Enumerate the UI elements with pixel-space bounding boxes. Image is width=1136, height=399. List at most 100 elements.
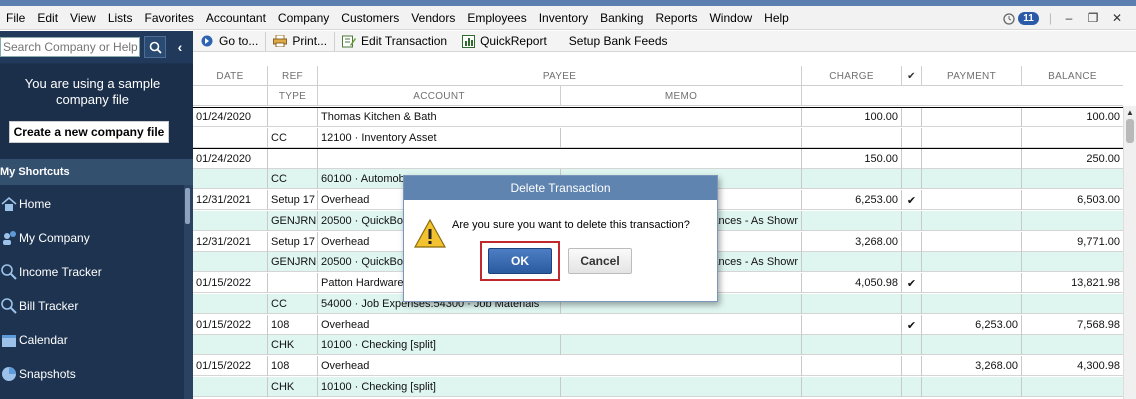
menu-banking[interactable]: Banking (594, 11, 649, 25)
alerts-button[interactable]: 11 (1002, 11, 1039, 25)
transaction-row[interactable]: 01/24/2020 Thomas Kitchen & Bath 100.00 100… (193, 107, 1123, 127)
menu-inventory[interactable]: Inventory (533, 11, 594, 25)
transaction-detail-row[interactable]: CHK 10100 · Checking [split] (193, 377, 1123, 397)
cell-ref[interactable] (268, 149, 318, 169)
sidebar-scroll-thumb[interactable] (185, 188, 190, 224)
cell-ref[interactable]: Setup 17 (268, 232, 318, 252)
cell-payment[interactable] (922, 232, 1022, 252)
header-type[interactable]: TYPE (268, 86, 318, 106)
restore-icon[interactable]: ❐ (1086, 11, 1100, 25)
cell-payee[interactable] (318, 149, 802, 169)
minimize-icon[interactable]: – (1062, 11, 1076, 25)
collapse-sidebar-button[interactable]: ‹ (172, 37, 188, 57)
shortcut-home[interactable]: Home (0, 187, 184, 221)
cell-date[interactable]: 12/31/2021 (193, 232, 268, 252)
menu-reports[interactable]: Reports (649, 11, 703, 25)
cell-ref[interactable]: 108 (268, 356, 318, 376)
cell-cleared[interactable]: ✔ (902, 315, 922, 335)
cell-payee[interactable]: Overhead (318, 315, 802, 335)
cell-date[interactable]: 01/24/2020 (193, 107, 268, 127)
cell-charge[interactable]: 3,268.00 (802, 232, 902, 252)
cell-cleared[interactable] (902, 107, 922, 127)
cell-date[interactable]: 01/15/2022 (193, 273, 268, 293)
cell-date[interactable]: 01/24/2020 (193, 149, 268, 169)
transaction-row[interactable]: 01/24/2020 150.00 250.00 (193, 149, 1123, 169)
shortcut-my-company[interactable]: My Company (0, 221, 184, 255)
menu-view[interactable]: View (64, 11, 102, 25)
cell-memo[interactable] (561, 128, 802, 148)
menu-employees[interactable]: Employees (461, 11, 532, 25)
cell-date[interactable]: 01/15/2022 (193, 356, 268, 376)
menu-company[interactable]: Company (272, 11, 335, 25)
cell-account[interactable]: 10100 · Checking [split] (318, 377, 561, 397)
cell-payee[interactable]: Thomas Kitchen & Bath (318, 107, 802, 127)
quickreport-button[interactable]: QuickReport (454, 32, 554, 51)
setup-bank-feeds-button[interactable]: Setup Bank Feeds (562, 32, 675, 51)
header-payment[interactable]: PAYMENT (922, 66, 1022, 86)
create-company-button[interactable]: Create a new company file (9, 121, 169, 143)
cell-date[interactable]: 01/15/2022 (193, 315, 268, 335)
cell-payment[interactable]: 3,268.00 (922, 356, 1022, 376)
menu-customers[interactable]: Customers (335, 11, 405, 25)
header-balance[interactable]: BALANCE (1022, 66, 1123, 86)
cell-payment[interactable] (922, 273, 1022, 293)
cell-payee[interactable]: Overhead (318, 356, 802, 376)
transaction-detail-row[interactable]: CHK 10100 · Checking [split] (193, 335, 1123, 355)
menu-edit[interactable]: Edit (31, 11, 64, 25)
menu-help[interactable]: Help (758, 11, 795, 25)
cell-ref[interactable]: 108 (268, 315, 318, 335)
cell-account[interactable]: 12100 · Inventory Asset (318, 128, 561, 148)
ok-button[interactable]: OK (488, 248, 552, 274)
shortcut-bill-tracker[interactable]: Bill Tracker (0, 289, 184, 323)
scroll-up-icon[interactable]: ▲ (1126, 108, 1134, 117)
transaction-row[interactable]: 01/15/2022 108 Overhead ✔ 6,253.00 7,568.98 (193, 315, 1123, 335)
menu-file[interactable]: File (0, 11, 31, 25)
header-cleared[interactable]: ✔ (902, 66, 922, 86)
cell-payment[interactable] (922, 149, 1022, 169)
cell-ref[interactable] (268, 107, 318, 127)
cell-cleared[interactable] (902, 149, 922, 169)
search-button[interactable] (144, 36, 166, 58)
cell-cleared[interactable] (902, 356, 922, 376)
header-charge[interactable]: CHARGE (802, 66, 902, 86)
cell-ref[interactable]: Setup 17 (268, 190, 318, 210)
cell-charge[interactable]: 4,050.98 (802, 273, 902, 293)
header-account[interactable]: ACCOUNT (318, 86, 561, 106)
cell-cleared[interactable]: ✔ (902, 273, 922, 293)
shortcut-income-tracker[interactable]: Income Tracker (0, 255, 184, 289)
cell-date[interactable]: 12/31/2021 (193, 190, 268, 210)
search-input[interactable] (0, 37, 140, 57)
header-date[interactable]: DATE (193, 66, 268, 86)
cell-memo[interactable] (561, 377, 802, 397)
cell-charge[interactable] (802, 356, 902, 376)
close-icon[interactable]: ✕ (1110, 11, 1124, 25)
header-payee[interactable]: PAYEE (318, 66, 802, 86)
menu-accountant[interactable]: Accountant (200, 11, 272, 25)
cancel-button[interactable]: Cancel (568, 248, 632, 274)
transaction-detail-row[interactable]: CC 12100 · Inventory Asset (193, 128, 1123, 148)
register-scrollbar[interactable]: ▲ (1123, 106, 1136, 399)
register-scroll-thumb[interactable] (1126, 119, 1134, 143)
header-ref[interactable]: REF (268, 66, 318, 86)
menu-window[interactable]: Window (703, 11, 758, 25)
cell-memo[interactable] (561, 335, 802, 355)
cell-payment[interactable]: 6,253.00 (922, 315, 1022, 335)
cell-cleared[interactable] (902, 232, 922, 252)
menu-lists[interactable]: Lists (102, 11, 139, 25)
edit-transaction-button[interactable]: Edit Transaction (335, 32, 454, 51)
dialog-title[interactable]: Delete Transaction (404, 176, 717, 200)
header-memo[interactable]: MEMO (561, 86, 802, 106)
menu-favorites[interactable]: Favorites (139, 11, 200, 25)
shortcut-snapshots[interactable]: Snapshots (0, 357, 184, 391)
menu-vendors[interactable]: Vendors (405, 11, 461, 25)
shortcut-calendar[interactable]: Calendar (0, 323, 184, 357)
cell-payment[interactable] (922, 190, 1022, 210)
goto-button[interactable]: Go to... (193, 31, 267, 51)
print-button[interactable]: Print... (266, 31, 336, 51)
cell-charge[interactable]: 150.00 (802, 149, 902, 169)
cell-charge[interactable]: 6,253.00 (802, 190, 902, 210)
cell-charge[interactable]: 100.00 (802, 107, 902, 127)
cell-charge[interactable] (802, 315, 902, 335)
cell-ref[interactable] (268, 273, 318, 293)
cell-payment[interactable] (922, 107, 1022, 127)
